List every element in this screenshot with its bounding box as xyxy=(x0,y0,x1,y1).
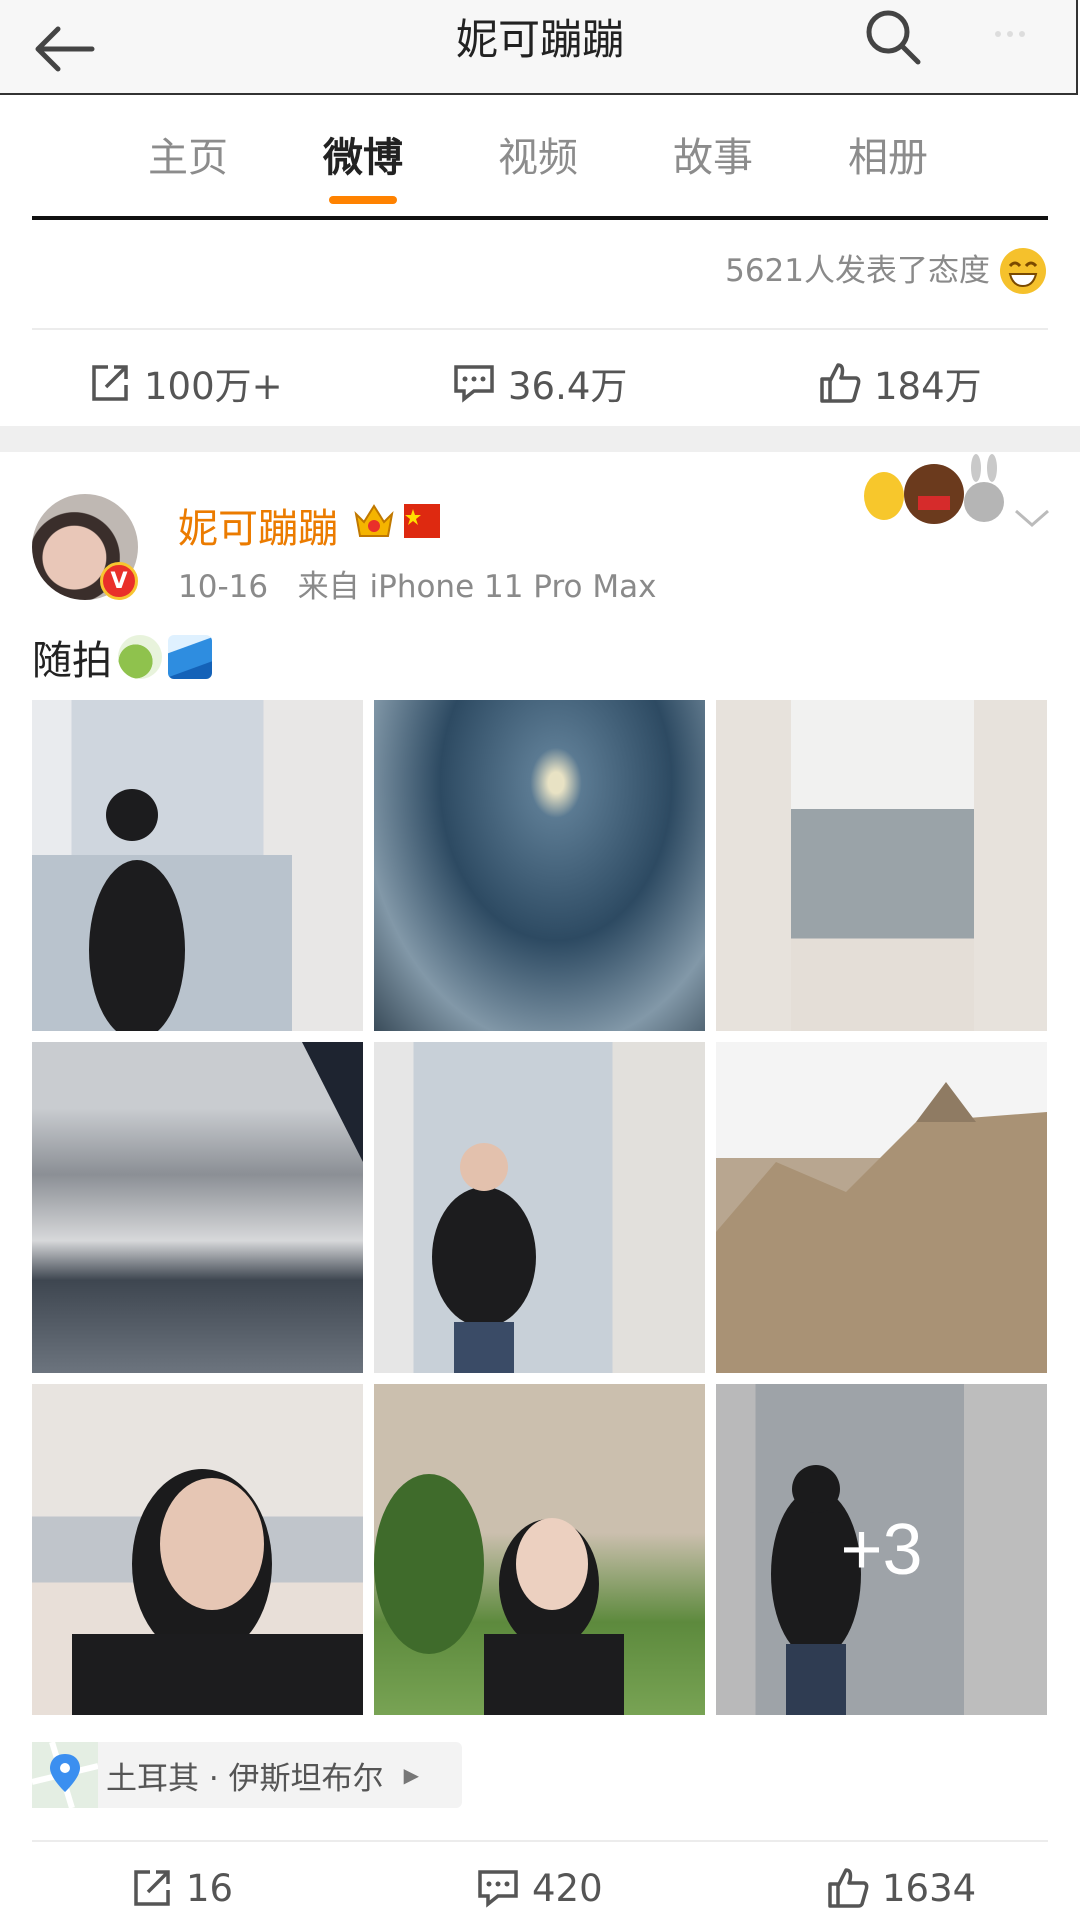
username[interactable]: 妮可蹦蹦 xyxy=(178,496,338,554)
search-icon[interactable] xyxy=(862,6,926,70)
more-photos-label: +3 xyxy=(840,1509,923,1590)
chevron-down-icon[interactable] xyxy=(1012,505,1052,531)
photo-3-image xyxy=(716,700,1047,1031)
photo-7[interactable] xyxy=(32,1384,363,1715)
tab-home[interactable]: 主页 xyxy=(148,125,228,183)
active-tab-indicator xyxy=(329,196,397,204)
like-count: 184万 xyxy=(874,365,982,408)
photo-1[interactable] xyxy=(32,700,363,1031)
tab-weibo[interactable]: 微博 xyxy=(323,125,403,183)
comment-icon xyxy=(454,365,494,403)
photo-6-image xyxy=(716,1082,1047,1373)
repost-count: 100万+ xyxy=(144,365,283,408)
china-flag-icon xyxy=(404,504,440,538)
location-pin-icon xyxy=(32,1742,98,1808)
comment-count: 420 xyxy=(532,1866,603,1910)
photo-4-image xyxy=(302,1042,363,1162)
post-separator xyxy=(0,426,1080,452)
like-count: 1634 xyxy=(882,1866,977,1910)
photo-5[interactable] xyxy=(374,1042,705,1373)
comment-icon xyxy=(478,1870,518,1908)
post-text: 随拍 xyxy=(32,628,212,686)
photo-6[interactable] xyxy=(716,1042,1047,1373)
like-button[interactable]: 1634 xyxy=(826,1866,976,1910)
photo-8[interactable] xyxy=(374,1384,705,1715)
verified-badge: V xyxy=(100,562,138,600)
comment-count: 36.4万 xyxy=(508,365,628,408)
photo-4[interactable] xyxy=(32,1042,363,1373)
tab-divider xyxy=(32,216,1048,220)
character-sticker-icon xyxy=(864,454,1004,524)
tab-albums[interactable]: 相册 xyxy=(848,125,928,183)
divider xyxy=(32,328,1048,330)
more-icon[interactable] xyxy=(990,14,1030,54)
tab-stories[interactable]: 故事 xyxy=(673,125,753,183)
tab-videos[interactable]: 视频 xyxy=(498,125,578,183)
divider xyxy=(32,1840,1048,1842)
wave-emoji-icon xyxy=(168,635,212,679)
post-meta: 10-16 来自 iPhone 11 Pro Max xyxy=(178,561,656,606)
post-date: 10-16 xyxy=(178,569,269,605)
post-text-content: 随拍 xyxy=(32,638,112,684)
profile-tabs: 主页 微博 视频 故事 相册 xyxy=(0,95,1080,220)
repost-icon xyxy=(134,1870,170,1906)
photo-8-image xyxy=(374,1474,624,1715)
photo-3[interactable] xyxy=(716,700,1047,1031)
repost-button[interactable]: 16 xyxy=(130,1866,233,1910)
comment-button[interactable]: 420 xyxy=(476,1866,603,1910)
top-nav-bar: 妮可蹦蹦 xyxy=(0,0,1078,95)
prev-comment-button[interactable]: 36.4万 xyxy=(452,356,627,410)
photo-7-image xyxy=(72,1469,363,1715)
chevron-right-icon: ▶ xyxy=(403,1763,419,1787)
location-text: 土耳其 · 伊斯坦布尔 xyxy=(106,1760,384,1797)
repost-icon xyxy=(92,365,128,401)
repost-count: 16 xyxy=(186,1866,234,1910)
crown-vip-icon xyxy=(354,504,394,537)
thumbs-up-icon xyxy=(820,363,861,403)
location-tag[interactable]: 土耳其 · 伊斯坦布尔 ▶ xyxy=(32,1742,462,1808)
laughing-emoji-icon xyxy=(1000,248,1046,294)
photo-1-image xyxy=(32,789,292,1031)
prev-like-button[interactable]: 184万 xyxy=(818,356,982,410)
leaf-emoji-icon xyxy=(118,635,162,679)
attitude-summary[interactable]: 5621人发表了态度 xyxy=(0,245,990,290)
post-source: 来自 iPhone 11 Pro Max xyxy=(297,569,657,605)
photo-2[interactable] xyxy=(374,700,705,1031)
prev-repost-button[interactable]: 100万+ xyxy=(88,356,283,410)
thumbs-up-icon xyxy=(828,1868,869,1908)
photo-9-more[interactable]: +3 xyxy=(716,1384,1047,1715)
photo-5-image xyxy=(432,1143,536,1373)
